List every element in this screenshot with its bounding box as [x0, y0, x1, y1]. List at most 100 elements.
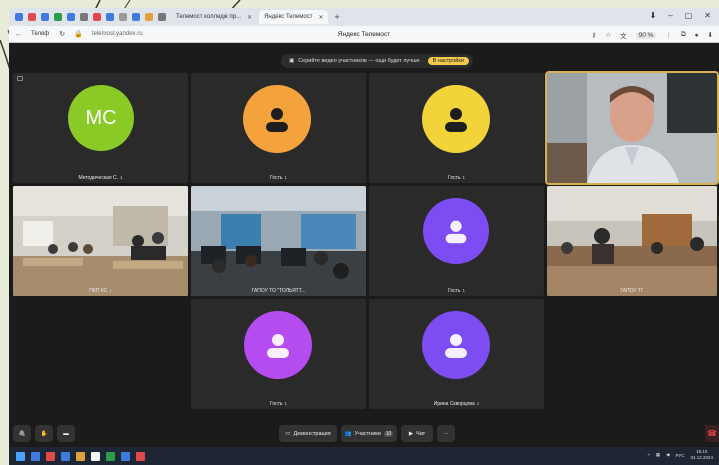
address-bar-actions: ⚷ ☆ 文 90 % ⋮ ⧉ ● ⬇: [592, 30, 713, 40]
video-feed: [191, 186, 366, 296]
os-taskbar: ^ ▦ ◀ РУС 16:10 04.12.2024: [9, 447, 719, 465]
user-icon: [445, 334, 467, 358]
mic-off-icon: 1: [462, 175, 466, 180]
mic-off-icon: 1: [476, 401, 480, 406]
participant-tile[interactable]: Гость 1: [369, 186, 544, 296]
taskbar-app-icon[interactable]: [31, 451, 40, 461]
screen-share-button[interactable]: ▭ Демонстрация: [279, 425, 337, 442]
avatar: [423, 198, 489, 264]
download-icon[interactable]: ⬇: [708, 31, 713, 39]
participant-tile[interactable]: Ирина Скворцова 1: [369, 299, 544, 409]
network-icon[interactable]: ▦: [656, 452, 660, 458]
people-icon: 👥: [344, 430, 352, 437]
paperclip-icon: 🖇: [18, 430, 26, 437]
back-label: Телеф: [31, 31, 50, 37]
close-icon[interactable]: ✕: [247, 14, 252, 21]
taskbar-app-icon[interactable]: [121, 451, 130, 461]
hand-button[interactable]: ✋: [35, 425, 53, 442]
reload-icon[interactable]: ↻: [59, 30, 65, 38]
participant-name: Гость 1: [269, 401, 288, 407]
taskbar-app-icon[interactable]: [91, 451, 100, 461]
app-icon[interactable]: [93, 13, 101, 21]
back-arrow-icon[interactable]: ←: [15, 31, 22, 38]
chat-icon: ▶: [408, 430, 414, 437]
mic-off-icon: 1: [284, 401, 288, 406]
participant-tile-active-speaker[interactable]: Виталий Петостьян: [545, 71, 719, 185]
end-call-button[interactable]: ☎: [705, 425, 719, 442]
app-icon[interactable]: [15, 13, 23, 21]
participant-tile[interactable]: ГАПОУ ТО "ТОЛЬЯТТ...: [191, 186, 366, 296]
tile-grid-icon[interactable]: [17, 76, 23, 81]
chevron-up-icon[interactable]: ^: [648, 453, 650, 458]
windows-start-icon[interactable]: [16, 451, 25, 461]
participant-name: ГАПОУ ТО "ТОЛЬЯТТ...: [251, 288, 306, 294]
participant-tile[interactable]: ГАПОУ ТГ: [547, 186, 717, 296]
user-icon: [266, 108, 288, 132]
translate-icon[interactable]: 文: [620, 30, 627, 40]
attach-button[interactable]: 🖇: [13, 425, 31, 442]
lock-icon: 🔒: [74, 31, 83, 38]
maximize-icon[interactable]: ▢: [685, 11, 693, 20]
download-icon[interactable]: ⬇: [650, 11, 657, 20]
avatar: МС: [68, 85, 134, 151]
avatar: [422, 85, 490, 153]
app-icon[interactable]: [132, 13, 140, 21]
mic-off-icon: 1: [462, 288, 466, 293]
taskbar-app-icon[interactable]: [106, 451, 115, 461]
app-icon[interactable]: [54, 13, 62, 21]
taskbar-app-icon[interactable]: [46, 451, 55, 461]
participant-tile[interactable]: МС Методическая С. 1: [13, 73, 188, 183]
zoom-level[interactable]: 90 %: [635, 31, 657, 39]
menu-icon[interactable]: ⋮: [665, 31, 672, 39]
taskbar-app-icon[interactable]: [76, 451, 85, 461]
extensions-icon[interactable]: ⧉: [681, 31, 686, 39]
participant-name: Методическая С. 1: [78, 175, 123, 181]
app-icon[interactable]: [119, 13, 127, 21]
participant-name: ПКП КС 1: [89, 288, 112, 294]
app-icon[interactable]: [41, 13, 49, 21]
video-feed: [547, 73, 717, 183]
user-icon: [267, 334, 289, 358]
taskbar-app-icon[interactable]: [136, 451, 145, 461]
profile-icon[interactable]: ●: [695, 32, 699, 39]
clock[interactable]: 16:10 04.12.2024: [690, 449, 713, 461]
screen: Телемост колледж пр... ✕ Яндекс Телемост…: [9, 8, 719, 465]
mic-off-icon: 1: [109, 288, 112, 293]
meeting-controls: 🖇 ✋ ▬ ▭ Демонстрация 👥 Участники 10 ▶ Ча…: [9, 421, 719, 447]
app-icon[interactable]: [67, 13, 75, 21]
new-tab-icon[interactable]: +: [334, 12, 339, 22]
participant-name: Виталий Петостьян: [609, 175, 655, 181]
app-icon[interactable]: [158, 13, 166, 21]
avatar: [422, 311, 490, 379]
participant-tile[interactable]: Гость 1: [369, 73, 544, 183]
language-indicator[interactable]: РУС: [675, 453, 684, 458]
mic-off-icon: 1: [284, 175, 288, 180]
volume-icon[interactable]: ◀: [666, 452, 669, 458]
participant-tile[interactable]: Гость 1: [191, 299, 366, 409]
chat-button[interactable]: ▶ Чат: [401, 425, 433, 442]
app-icon[interactable]: [106, 13, 114, 21]
participant-tile[interactable]: ПКП КС 1: [13, 186, 188, 296]
taskbar-app-icon[interactable]: [61, 451, 70, 461]
bookmark-icon[interactable]: ☆: [605, 31, 611, 39]
tab-yandex-telemost[interactable]: Яндекс Телемост ✕: [259, 10, 329, 24]
settings-button[interactable]: В настройки: [427, 57, 469, 65]
app-icon[interactable]: [80, 13, 88, 21]
hand-icon: ✋: [40, 430, 48, 437]
tab-telemost-college[interactable]: Телемост колледж пр... ✕: [171, 10, 257, 24]
url-field[interactable]: telemost.yandex.ru: [92, 31, 143, 37]
more-button[interactable]: ···: [437, 425, 455, 442]
app-icon[interactable]: [28, 13, 36, 21]
participant-tile[interactable]: Гость 1: [191, 73, 366, 183]
reactions-button[interactable]: ▬: [57, 425, 75, 442]
user-icon: [445, 108, 467, 132]
app-icon[interactable]: [145, 13, 153, 21]
participant-name: Ирина Скворцова 1: [433, 401, 480, 407]
minimize-icon[interactable]: –: [668, 11, 672, 20]
close-window-icon[interactable]: ✕: [704, 11, 711, 20]
system-tray: ^ ▦ ◀ РУС 16:10 04.12.2024: [648, 449, 713, 461]
key-icon[interactable]: ⚷: [592, 31, 597, 39]
close-icon[interactable]: ✕: [318, 14, 323, 21]
participants-button[interactable]: 👥 Участники 10: [341, 425, 397, 442]
screen-share-icon: ▭: [285, 430, 291, 437]
